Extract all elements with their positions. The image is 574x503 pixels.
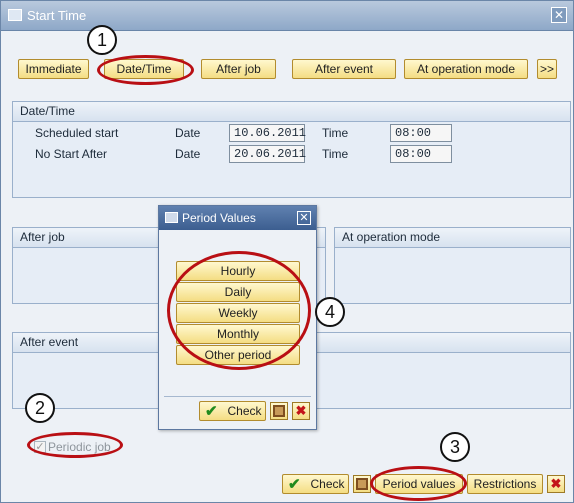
scheduled-date-label: Date xyxy=(175,126,201,140)
at-operation-mode-panel-title: At operation mode xyxy=(335,228,570,248)
annotation-highlight-period-options xyxy=(167,251,311,370)
scheduled-start-label: Scheduled start xyxy=(35,126,119,140)
annotation-number-2: 2 xyxy=(25,393,55,423)
more-button[interactable]: >> xyxy=(537,59,557,79)
save-button[interactable] xyxy=(353,475,371,493)
cancel-x-icon[interactable]: ✖ xyxy=(547,475,565,493)
no-start-after-time-field[interactable]: 08:00 xyxy=(390,145,452,163)
after-job-button[interactable]: After job xyxy=(201,59,276,79)
dialog-save-icon xyxy=(273,405,285,417)
dialog-separator xyxy=(164,396,311,397)
dialog-title: Period Values xyxy=(182,211,256,225)
save-icon xyxy=(356,478,368,490)
no-start-after-label: No Start After xyxy=(35,147,108,161)
annotation-highlight-period-values xyxy=(370,466,467,501)
no-start-after-time-label: Time xyxy=(322,147,349,161)
annotation-number-3: 3 xyxy=(440,432,470,462)
window-titlebar: Start Time ✕ xyxy=(1,1,573,31)
start-time-window: Start Time ✕ Immediate Date/Time After j… xyxy=(0,0,574,503)
scheduled-time-label: Time xyxy=(322,126,349,140)
annotation-highlight-date-time xyxy=(97,55,194,85)
dialog-cancel-icon[interactable]: ✖ xyxy=(292,402,310,420)
at-operation-mode-button[interactable]: At operation mode xyxy=(404,59,528,79)
check-button[interactable]: ✔ Check xyxy=(282,474,349,494)
after-event-button[interactable]: After event xyxy=(292,59,396,79)
restrictions-button[interactable]: Restrictions xyxy=(467,474,543,494)
annotation-number-4: 4 xyxy=(315,297,345,327)
scheduled-start-date-field[interactable]: 10.06.2011 xyxy=(229,124,306,142)
window-icon xyxy=(8,9,22,21)
immediate-button[interactable]: Immediate xyxy=(18,59,89,79)
dialog-check-icon: ✔ xyxy=(205,403,218,420)
date-time-panel: Date/Time Scheduled start Date 10.06.201… xyxy=(12,101,571,198)
date-time-panel-title: Date/Time xyxy=(13,102,570,122)
dialog-titlebar: Period Values ✕ xyxy=(159,206,316,230)
annotation-highlight-periodic-job xyxy=(27,432,123,458)
check-icon: ✔ xyxy=(288,476,301,493)
scheduled-start-time-field[interactable]: 08:00 xyxy=(390,124,452,142)
dialog-icon xyxy=(165,212,178,223)
dialog-save-button[interactable] xyxy=(270,402,288,420)
dialog-check-label: Check xyxy=(227,404,262,418)
dialog-check-button[interactable]: ✔ Check xyxy=(199,401,266,421)
window-title: Start Time xyxy=(27,8,87,23)
at-operation-mode-panel: At operation mode xyxy=(334,227,571,304)
no-start-after-date-label: Date xyxy=(175,147,201,161)
no-start-after-date-field[interactable]: 20.06.2011 xyxy=(229,145,306,163)
dialog-close-icon[interactable]: ✕ xyxy=(297,211,311,225)
check-button-label: Check xyxy=(310,477,345,491)
annotation-number-1: 1 xyxy=(87,25,117,55)
close-icon[interactable]: ✕ xyxy=(551,7,567,23)
